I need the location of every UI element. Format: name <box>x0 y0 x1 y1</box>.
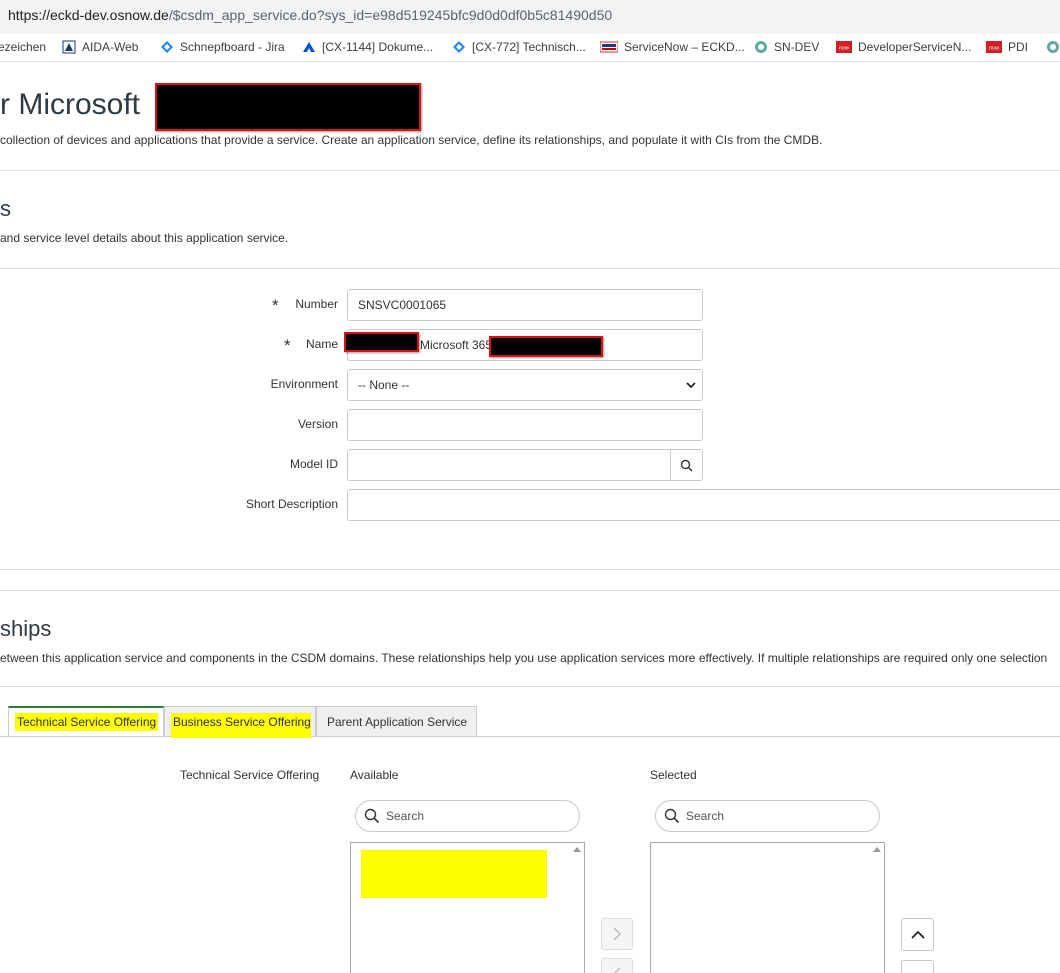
chevron-down-icon <box>686 382 696 389</box>
divider <box>0 590 1060 591</box>
url-text[interactable]: https://eckd-dev.osnow.de/$csdm_app_serv… <box>8 7 612 23</box>
now-icon: now <box>836 41 852 53</box>
servicenow-icon <box>1047 41 1059 53</box>
short-description-label: Short Description <box>245 497 338 511</box>
model-id-label: Model ID <box>289 457 338 471</box>
svg-text:now: now <box>989 46 999 52</box>
bookmarks-bar: ezeichen AIDA-Web Schnepfboard - Jira [C… <box>0 34 1060 62</box>
tab-business-service-offering[interactable]: Business Service Offering <box>164 706 316 738</box>
available-search-input[interactable]: Search <box>355 800 580 832</box>
version-field[interactable] <box>347 409 703 441</box>
divider <box>0 268 1060 269</box>
bookmark-cx-772[interactable]: [CX-772] Technisch... <box>452 40 586 54</box>
scroll-up-arrow[interactable] <box>873 847 881 852</box>
number-label: Number <box>295 297 338 311</box>
bookmark-schnepfboard-jira[interactable]: Schnepfboard - Jira <box>160 40 285 54</box>
relationships-section-description: etween this application service and comp… <box>0 651 1048 665</box>
model-id-lookup-button[interactable] <box>671 449 703 481</box>
chevron-up-icon <box>910 930 925 939</box>
tab-baseline <box>0 736 1060 737</box>
eckd-icon <box>600 41 618 53</box>
bookmark-lesezeichen[interactable]: ezeichen <box>0 40 46 54</box>
slushbucket-field-label: Technical Service Offering <box>180 768 320 782</box>
details-section-title: s <box>0 196 11 221</box>
version-label: Version <box>297 417 338 431</box>
browser-address-bar[interactable]: https://eckd-dev.osnow.de/$csdm_app_serv… <box>0 0 1060 34</box>
redaction-box <box>344 332 419 352</box>
tab-technical-service-offering[interactable]: Technical Service Offering <box>8 706 164 736</box>
search-icon <box>664 808 680 824</box>
bookmark-overflow[interactable] <box>1046 40 1060 54</box>
now-icon: now <box>986 41 1002 53</box>
search-icon <box>364 808 380 824</box>
available-list[interactable] <box>350 842 585 973</box>
highlighted-list-item[interactable] <box>361 850 547 898</box>
selected-list[interactable] <box>650 842 885 973</box>
bookmark-cx-1144[interactable]: [CX-1144] Dokume... <box>302 40 433 54</box>
jira-icon <box>161 41 173 53</box>
selected-label: Selected <box>650 768 697 782</box>
confluence-icon <box>303 42 315 52</box>
name-label: Name <box>305 337 338 351</box>
divider <box>0 569 1060 570</box>
model-id-field[interactable] <box>347 449 671 481</box>
available-label: Available <box>350 768 399 782</box>
bookmark-pdi[interactable]: now PDI <box>986 40 1028 54</box>
move-up-button[interactable] <box>901 918 934 951</box>
bookmark-aida-web[interactable]: AIDA-Web <box>62 40 138 54</box>
jira-icon <box>453 41 465 53</box>
redaction-box <box>155 83 421 131</box>
redaction-box <box>489 336 603 357</box>
chevron-left-icon <box>613 967 621 973</box>
svg-text:now: now <box>839 46 849 52</box>
add-to-selected-button[interactable] <box>601 918 633 950</box>
servicenow-icon <box>755 41 767 53</box>
environment-label: Environment <box>270 377 338 391</box>
divider <box>0 686 1060 687</box>
bookmark-developerservicenow[interactable]: now DeveloperServiceN... <box>836 40 971 54</box>
number-field[interactable]: SNSVC0001065 <box>347 289 703 321</box>
divider <box>0 170 1060 171</box>
bookmark-servicenow-eckd[interactable]: ServiceNow – ECKD... <box>600 40 745 54</box>
remove-from-selected-button[interactable] <box>601 958 633 973</box>
chevron-right-icon <box>613 927 622 941</box>
search-icon <box>680 459 693 472</box>
short-description-field[interactable] <box>347 489 1060 521</box>
page-description: collection of devices and applications t… <box>0 133 823 147</box>
tab-parent-application-service[interactable]: Parent Application Service <box>316 706 477 736</box>
relationships-section-title: ships <box>0 616 52 641</box>
aida-icon <box>62 40 76 54</box>
bookmark-sn-dev[interactable]: SN-DEV <box>754 40 819 54</box>
environment-select[interactable]: -- None -- <box>347 369 703 401</box>
details-section-description: and service level details about this app… <box>0 231 289 245</box>
scroll-up-arrow[interactable] <box>573 847 581 852</box>
selected-search-input[interactable]: Search <box>655 800 880 832</box>
move-down-button[interactable] <box>901 960 934 973</box>
page-title: r Microsoft <box>0 88 141 121</box>
